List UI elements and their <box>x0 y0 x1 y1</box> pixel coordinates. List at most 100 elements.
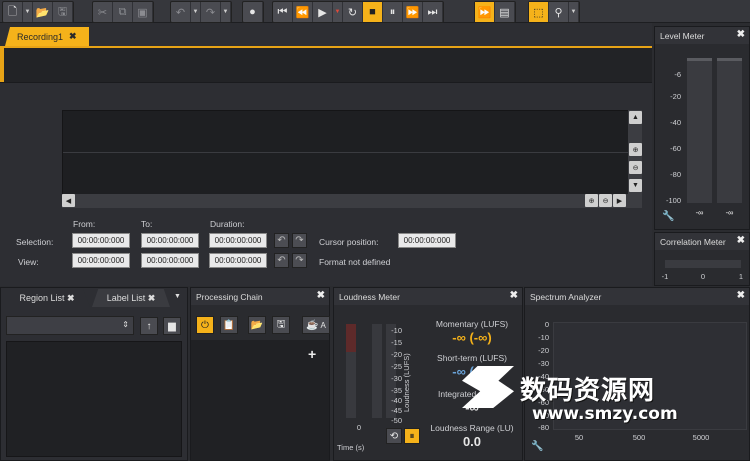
pause-icon[interactable]: ⏸ <box>404 428 420 444</box>
tab-label: Label List <box>106 293 146 303</box>
close-icon[interactable]: ✖ <box>69 31 77 42</box>
record-icon[interactable]: ● <box>243 2 263 22</box>
tools-group: ⬚ ⚲ ▼ <box>528 1 580 23</box>
close-icon[interactable]: ✖ <box>317 290 325 301</box>
cursor-position-field[interactable]: 00:00:00:000 <box>398 233 456 248</box>
loudness-tick: -45 <box>391 406 402 415</box>
spectrum-y-tick: -20 <box>538 346 549 355</box>
spectrum-y-tick: 0 <box>544 320 549 329</box>
zoom-in-icon[interactable]: ⊕ <box>629 143 642 156</box>
wrench-icon[interactable]: 🔧 <box>531 441 543 452</box>
chevron-down-icon[interactable]: ▼ <box>191 2 201 22</box>
file-group: 🗋 ▼ 📂 🖫 <box>2 1 74 23</box>
copy-icon[interactable]: ⧉ <box>113 2 133 22</box>
processing-chain-title: Processing Chain <box>196 291 263 302</box>
close-icon[interactable]: ✖ <box>148 293 156 304</box>
go-start-icon[interactable]: ⏮ <box>273 2 293 22</box>
power-icon[interactable]: ⏻ <box>196 316 214 334</box>
history-group: ↶ ▼ ↷ ▼ <box>170 1 232 23</box>
momentary-value: -∞ (-∞) <box>452 330 492 345</box>
chevron-down-icon[interactable]: ▼ <box>569 2 579 22</box>
follow-cursor-icon[interactable]: ⏩ <box>475 2 495 22</box>
loudness-tick: -50 <box>391 416 402 425</box>
close-icon[interactable]: ✖ <box>67 293 75 304</box>
clipboard-icon[interactable]: 📋 <box>220 316 238 334</box>
view-duration-field[interactable]: 00:00:00:000 <box>209 253 267 268</box>
new-file-icon[interactable]: 🗋 <box>3 2 23 22</box>
close-icon[interactable]: ✖ <box>510 290 518 301</box>
undo-view-icon[interactable]: ↶ <box>274 253 289 268</box>
scroll-down-icon[interactable]: ▼ <box>629 179 642 192</box>
chevron-down-icon[interactable]: ▼ <box>333 2 343 22</box>
region-list[interactable] <box>6 341 182 457</box>
waveform-view[interactable] <box>62 110 630 196</box>
vertical-scrollbar[interactable]: ▲ ⊕ ⊖ ▼ <box>628 110 642 194</box>
selection-to-field[interactable]: 00:00:00:000 <box>141 233 199 248</box>
level-tick: -60 <box>670 144 681 153</box>
save-icon[interactable]: 🖫 <box>272 316 290 334</box>
chevron-down-icon[interactable]: ▼ <box>23 2 33 22</box>
undo-icon[interactable]: ↶ <box>171 2 191 22</box>
zoom-in-icon[interactable]: ⊕ <box>585 194 598 207</box>
redo-view-icon[interactable]: ↷ <box>292 253 307 268</box>
open-folder-icon[interactable]: ▆ <box>163 317 181 335</box>
cut-icon[interactable]: ✂ <box>93 2 113 22</box>
pause-icon[interactable]: ⏸ <box>383 2 403 22</box>
playhead-marker[interactable] <box>0 48 4 82</box>
save-icon[interactable]: 🖫 <box>53 2 73 22</box>
undo-selection-icon[interactable]: ↶ <box>274 233 289 248</box>
range-label: Loudness Range (LU) <box>430 423 514 433</box>
waveform-view-icon[interactable]: ▤ <box>495 2 515 22</box>
selection-label: Selection: <box>16 237 54 247</box>
open-folder-icon[interactable]: 📂 <box>248 316 266 334</box>
stop-icon[interactable]: ■ <box>363 2 383 22</box>
level-meter-header: Level Meter ✖ <box>655 27 749 44</box>
open-folder-icon[interactable]: 📂 <box>33 2 53 22</box>
wrench-icon[interactable]: 🔧 <box>662 211 674 222</box>
loop-icon[interactable]: ↻ <box>343 2 363 22</box>
level-bar-right <box>717 58 742 203</box>
fast-forward-icon[interactable]: ⏩ <box>403 2 423 22</box>
plugin-button[interactable]: ☕ A <box>302 316 330 334</box>
region-dropdown[interactable]: ⇕ <box>6 316 134 335</box>
zoom-out-icon[interactable]: ⊖ <box>599 194 612 207</box>
redo-selection-icon[interactable]: ↷ <box>292 233 307 248</box>
loudness-zero: 0 <box>356 423 362 432</box>
spectrum-analyzer-header: Spectrum Analyzer ✖ <box>525 288 749 305</box>
horizontal-scrollbar[interactable]: ◀ ⊕ ⊖ ▶ <box>62 194 642 208</box>
go-end-icon[interactable]: ⏭ <box>423 2 443 22</box>
close-icon[interactable]: ✖ <box>737 29 745 40</box>
view-from-field[interactable]: 00:00:00:000 <box>72 253 130 268</box>
selection-duration-field[interactable]: 00:00:00:000 <box>209 233 267 248</box>
rewind-icon[interactable]: ⏪ <box>293 2 313 22</box>
reset-icon[interactable]: ⟲ <box>386 428 402 444</box>
plugin-label: A <box>320 320 326 330</box>
redo-icon[interactable]: ↷ <box>201 2 221 22</box>
view-to-field[interactable]: 00:00:00:000 <box>141 253 199 268</box>
watermark-url: www.smzy.com <box>532 404 678 424</box>
tab-region-list[interactable]: Region List ✖ <box>4 289 90 307</box>
tab-label: Recording1 <box>17 31 64 42</box>
tab-recording[interactable]: Recording1 ✖ <box>5 27 89 46</box>
snap-icon[interactable]: ⬚ <box>529 2 549 22</box>
chevron-down-icon[interactable]: ▼ <box>221 2 231 22</box>
close-icon[interactable]: ✖ <box>737 235 745 246</box>
level-right-value: -∞ <box>725 208 734 217</box>
chevron-down-icon[interactable]: ▼ <box>174 293 181 300</box>
scroll-left-icon[interactable]: ◀ <box>62 194 75 207</box>
zoom-tool-icon[interactable]: ⚲ <box>549 2 569 22</box>
zoom-out-icon[interactable]: ⊖ <box>629 161 642 174</box>
level-bar-left <box>687 58 712 203</box>
play-icon[interactable]: ▶ <box>313 2 333 22</box>
tab-label-list[interactable]: Label List ✖ <box>92 289 170 307</box>
paste-icon[interactable]: ▣ <box>133 2 153 22</box>
selection-from-field[interactable]: 00:00:00:000 <box>72 233 130 248</box>
scroll-up-icon[interactable]: ▲ <box>629 111 642 124</box>
scroll-right-icon[interactable]: ▶ <box>613 194 626 207</box>
shortterm-label: Short-term (LUFS) <box>437 353 507 363</box>
add-icon[interactable]: + <box>308 346 316 362</box>
close-icon[interactable]: ✖ <box>737 290 745 301</box>
timeline-ruler[interactable] <box>0 48 652 83</box>
move-up-icon[interactable]: ↑ <box>140 317 158 335</box>
correlation-tick: -1 <box>661 272 669 281</box>
